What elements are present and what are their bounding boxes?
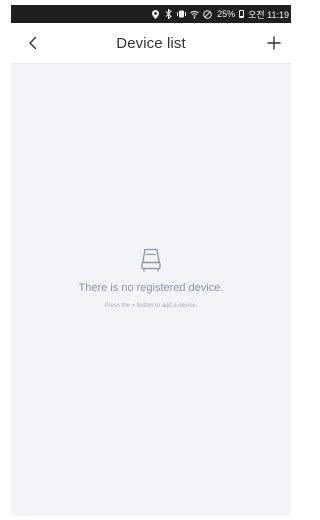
empty-state: There is no registered device. Press the… — [11, 245, 291, 309]
chevron-left-icon — [29, 36, 37, 50]
battery-percent: 25% — [217, 9, 236, 19]
status-time: 오전 11:19 — [248, 9, 289, 20]
back-button[interactable] — [21, 31, 45, 55]
bluetooth-icon — [164, 9, 173, 19]
wifi-icon — [190, 9, 199, 19]
no-signal-icon — [203, 9, 212, 19]
app-screen: 25% 오전 11:19 Device list There is no reg… — [11, 5, 291, 516]
page-title: Device list — [116, 34, 186, 52]
add-device-button[interactable] — [262, 31, 286, 55]
app-header: Device list — [11, 23, 291, 63]
empty-state-headline: There is no registered device. — [78, 282, 224, 294]
empty-state-hint: Press the + button to add a device. — [104, 303, 198, 309]
location-icon — [151, 9, 160, 19]
battery-icon — [239, 10, 245, 18]
device-icon — [141, 248, 161, 272]
plus-icon — [267, 36, 281, 50]
status-bar: 25% 오전 11:19 — [11, 5, 291, 23]
vibrate-icon — [177, 9, 187, 19]
